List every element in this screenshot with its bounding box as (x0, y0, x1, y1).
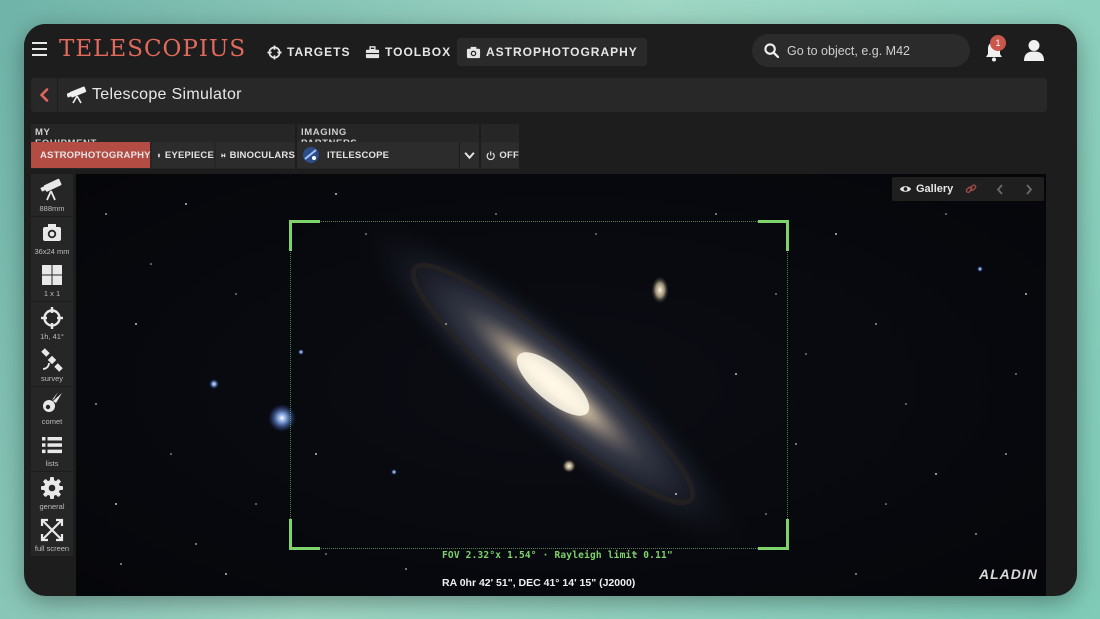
gallery-button[interactable]: Gallery (892, 183, 956, 195)
app-window: TELESCOPIUS TARGETS TOOLBOX ASTROPHOTOGR… (24, 24, 1077, 596)
tool-fullscreen-label: full screen (34, 544, 70, 553)
hamburger-menu-icon[interactable] (32, 42, 47, 56)
camera-icon (43, 223, 61, 241)
imaging-partner-value: ITELESCOPE (327, 149, 390, 161)
gear-icon (41, 476, 63, 499)
tool-lists-label: lists (45, 459, 59, 468)
chevron-left-icon (996, 183, 1003, 195)
binoculars-icon (221, 152, 226, 157)
tool-telescope[interactable]: 888mm (31, 174, 73, 216)
eye-icon (899, 186, 912, 192)
tool-lists[interactable]: lists (31, 429, 73, 471)
telescope-icon (40, 178, 62, 201)
previous-button[interactable] (986, 180, 1015, 199)
aladin-logo: ALADIN (979, 566, 1038, 582)
imaging-partner-select[interactable]: ITELESCOPE (297, 142, 479, 168)
tool-mosaic[interactable]: 1 x 1 (31, 259, 73, 301)
page-header: Telescope Simulator (31, 78, 1047, 112)
tool-general[interactable]: general (31, 471, 73, 514)
tool-sidebar: 888mm 36x24 mm 1 x 1 1h, 41° survey come… (31, 174, 73, 557)
tool-camera[interactable]: 36x24 mm (31, 216, 73, 259)
tool-comet-label: comet (41, 416, 63, 426)
site-logo[interactable]: TELESCOPIUS (59, 36, 246, 62)
search-icon (764, 43, 779, 58)
mode-binoculars-button[interactable]: BINOCULARS (216, 142, 295, 168)
crosshair-icon (41, 306, 63, 329)
satellite-icon (41, 348, 63, 372)
eyepiece-icon (157, 153, 160, 157)
nav-astrophotography-label: ASTROPHOTOGRAPHY (486, 45, 638, 59)
mode-astrophotography-button[interactable]: ASTROPHOTOGRAPHY (31, 142, 151, 168)
tool-comet[interactable]: comet (31, 386, 73, 429)
top-nav: TELESCOPIUS TARGETS TOOLBOX ASTROPHOTOGR… (24, 24, 1077, 76)
chevron-right-icon (1026, 183, 1033, 195)
notification-badge: 1 (990, 35, 1006, 51)
user-icon[interactable] (1022, 38, 1046, 62)
tool-fullscreen[interactable]: full screen (31, 514, 73, 556)
gallery-label: Gallery (916, 183, 954, 195)
nav-toolbox[interactable]: TOOLBOX (356, 38, 460, 66)
power-off-button[interactable]: OFF (481, 142, 519, 168)
mode-binoculars-label: BINOCULARS (229, 149, 295, 161)
tool-camera-label: 36x24 mm (34, 246, 70, 256)
next-button[interactable] (1015, 180, 1044, 199)
nav-targets[interactable]: TARGETS (258, 38, 359, 66)
camera-icon (466, 46, 481, 58)
tool-position[interactable]: 1h, 41° (31, 301, 73, 344)
my-equipment-label: MY EQUIPMENT (35, 127, 96, 149)
back-button[interactable] (31, 78, 58, 112)
nav-targets-label: TARGETS (287, 45, 351, 59)
list-icon (42, 437, 62, 454)
fullscreen-icon (40, 518, 64, 542)
power-label: OFF (499, 149, 519, 161)
fov-corner (289, 519, 320, 550)
nav-astrophotography[interactable]: ASTROPHOTOGRAPHY (457, 38, 647, 66)
mode-eyepiece-button[interactable]: EYEPIECE (152, 142, 214, 168)
fov-info: FOV 2.32°x 1.54° · Rayleigh limit 0.11" (442, 550, 673, 561)
tool-survey[interactable]: survey (31, 344, 73, 386)
power-icon (486, 150, 495, 160)
gallery-toolbar: Gallery (892, 177, 1044, 201)
itelescope-logo-icon (303, 147, 319, 163)
search-box[interactable] (752, 34, 970, 67)
chevron-left-icon (40, 88, 49, 102)
tool-survey-label: survey (40, 374, 64, 383)
imaging-partners-label: IMAGING PARTNERS (301, 127, 357, 149)
comet-icon (43, 391, 62, 412)
mode-eyepiece-label: EYEPIECE (164, 149, 214, 161)
dropdown-toggle[interactable] (459, 142, 479, 168)
tool-mosaic-label: 1 x 1 (43, 289, 61, 298)
fov-corner (758, 220, 789, 251)
tool-telescope-label: 888mm (39, 204, 65, 213)
link-icon (965, 183, 977, 193)
telescope-icon (67, 86, 87, 104)
nav-toolbox-label: TOOLBOX (385, 45, 452, 59)
search-input[interactable] (787, 43, 957, 58)
grid-icon (42, 265, 62, 285)
fov-corner (758, 519, 789, 550)
tool-position-label: 1h, 41° (40, 331, 64, 341)
link-button[interactable] (956, 180, 985, 199)
page-title: Telescope Simulator (92, 86, 242, 103)
fov-frame (289, 220, 789, 550)
coordinates-readout: RA 0hr 42' 51", DEC 41° 14' 15" (J2000) (442, 577, 636, 589)
toolbox-icon (365, 45, 380, 58)
chevron-down-icon (464, 151, 475, 159)
mode-astrophotography-label: ASTROPHOTOGRAPHY (40, 149, 151, 161)
fov-corner (289, 220, 320, 251)
crosshair-icon (267, 44, 282, 60)
tool-general-label: general (39, 501, 65, 511)
